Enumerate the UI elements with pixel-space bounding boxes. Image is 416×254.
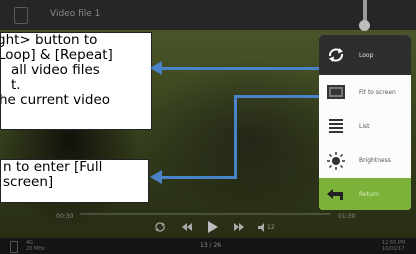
settings-menu-panel: Loop Fit to screen List Brightness Retur…	[319, 35, 411, 210]
video-title: Video file 1	[50, 9, 101, 19]
menu-item-fit-to-screen[interactable]: Fit to screen	[319, 75, 411, 109]
loop-arrow	[160, 67, 320, 70]
menu-item-label: Brightness	[359, 157, 391, 164]
loop-icon	[323, 35, 349, 75]
fit-arrow-horizontal	[234, 95, 320, 98]
menu-item-brightness[interactable]: Brightness	[319, 143, 411, 178]
fullscreen-explanation-callout: n to enter [Full screen]	[0, 159, 149, 203]
menu-item-loop[interactable]: Loop	[319, 35, 411, 75]
callout-line: Loop] & [Repeat]	[0, 47, 113, 63]
callout-line: screen]	[3, 174, 54, 190]
menu-item-label: Loop	[359, 51, 374, 59]
volume-level: 12	[267, 224, 275, 231]
previous-icon	[182, 223, 192, 231]
menu-item-label: Fit to screen	[359, 88, 396, 96]
next-button[interactable]	[232, 217, 246, 237]
bandwidth-label: 20 MHz	[26, 246, 45, 252]
loop-arrow-head	[150, 61, 162, 75]
antenna-icon	[363, 0, 367, 22]
previous-button[interactable]	[180, 217, 194, 237]
repeat-button[interactable]	[152, 217, 168, 237]
progress-bar[interactable]	[80, 213, 330, 215]
loop-explanation-callout: ght> button to Loop] & [Repeat] all vide…	[0, 32, 152, 130]
battery-icon	[10, 241, 18, 253]
list-icon	[323, 109, 349, 143]
menu-item-return[interactable]: Return	[319, 178, 411, 210]
title-bar: Video file 1	[0, 0, 416, 30]
playback-controls: 12	[0, 217, 416, 237]
fit-to-screen-icon	[323, 75, 349, 109]
fit-arrow-vertical	[234, 95, 237, 178]
play-button[interactable]	[205, 217, 221, 237]
return-icon	[323, 178, 349, 210]
menu-item-list[interactable]: List	[319, 109, 411, 143]
callout-line: n to enter [Full	[3, 159, 103, 175]
fit-arrow-bottom	[161, 176, 237, 179]
callout-line: ght> button to	[0, 32, 98, 48]
fit-arrow-head	[150, 170, 162, 184]
callout-line: all video files	[11, 62, 100, 78]
antenna-tip-icon	[359, 20, 370, 31]
play-icon	[208, 221, 218, 233]
callout-line: he current video	[0, 92, 111, 108]
status-bar: 4G 20 MHz 13 / 26 12:55 PM 10/01/17	[0, 238, 416, 254]
menu-item-label: Return	[359, 190, 379, 198]
back-icon[interactable]	[14, 7, 28, 24]
next-icon	[234, 223, 244, 231]
repeat-icon	[155, 222, 165, 232]
callout-line: t.	[11, 77, 21, 93]
speaker-icon	[257, 222, 264, 232]
menu-item-label: List	[359, 122, 370, 130]
clock-date: 10/01/17	[382, 246, 405, 252]
file-counter: 13 / 26	[200, 242, 222, 249]
brightness-icon	[323, 143, 349, 178]
